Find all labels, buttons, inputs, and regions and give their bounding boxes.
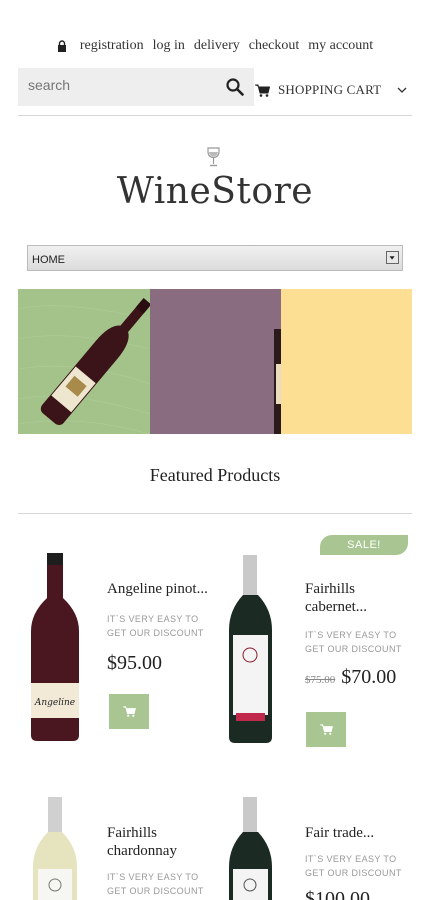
product-desc-line1: IT`S VERY EASY TO bbox=[107, 872, 199, 882]
banner-purple[interactable] bbox=[150, 289, 281, 434]
product-name-line2[interactable]: chardonnay bbox=[107, 842, 204, 860]
search-input[interactable] bbox=[28, 77, 218, 93]
product-price: $70.00 bbox=[341, 666, 397, 688]
checkout-link[interactable]: checkout bbox=[249, 38, 300, 54]
product-desc-line1: IT`S VERY EASY TO bbox=[305, 630, 397, 640]
banner-yellow[interactable] bbox=[281, 289, 412, 434]
product-desc-line1: IT`S VERY EASY TO bbox=[305, 854, 397, 864]
product-card-fair-trade: Fair trade... IT`S VERY EASY TO GET OUR … bbox=[305, 824, 402, 900]
product-desc-line2: GET OUR DISCOUNT bbox=[107, 886, 204, 896]
product-price: $100.00 bbox=[305, 888, 370, 900]
svg-text:Angeline: Angeline bbox=[34, 698, 75, 708]
featured-products-title: Featured Products bbox=[149, 465, 281, 485]
store-logo[interactable]: WineStore bbox=[0, 171, 430, 212]
chevron-down-icon bbox=[386, 251, 399, 264]
wine-bottle-image bbox=[18, 298, 150, 434]
wine-glass-icon bbox=[207, 147, 220, 167]
product-card-fairhills-chardonnay: Fairhills chardonnay IT`S VERY EASY TO G… bbox=[107, 824, 204, 898]
product-image-fairhills-cabernet[interactable] bbox=[228, 555, 273, 743]
delivery-link[interactable]: delivery bbox=[194, 38, 240, 54]
product-image-fairhills-chardonnay[interactable] bbox=[32, 797, 78, 900]
product-desc-line1: IT`S VERY EASY TO bbox=[107, 614, 199, 624]
product-card-angeline: Angeline pinot... IT`S VERY EASY TO GET … bbox=[107, 580, 208, 675]
cart-icon bbox=[122, 706, 136, 717]
cart-icon bbox=[319, 724, 333, 735]
search-box bbox=[18, 68, 254, 106]
banner-green[interactable] bbox=[18, 289, 150, 434]
product-price: $95.00 bbox=[107, 652, 162, 674]
search-icon[interactable] bbox=[226, 78, 244, 96]
product-desc-line2: GET OUR DISCOUNT bbox=[305, 868, 402, 878]
product-old-price: $75.00 bbox=[305, 674, 336, 686]
cart-icon bbox=[255, 84, 270, 97]
shopping-cart-label: SHOPPING CART bbox=[278, 82, 382, 97]
product-card-fairhills-cabernet: Fairhills cabernet... IT`S VERY EASY TO … bbox=[305, 580, 402, 689]
add-to-cart-button[interactable] bbox=[109, 694, 149, 729]
header-divider bbox=[18, 115, 412, 116]
wine-bottle-image bbox=[274, 329, 281, 434]
product-desc-line2: GET OUR DISCOUNT bbox=[305, 644, 402, 654]
add-to-cart-button[interactable] bbox=[306, 712, 346, 747]
main-menu-select[interactable]: HOME bbox=[27, 245, 403, 271]
chevron-down-icon bbox=[397, 87, 407, 93]
section-divider bbox=[18, 513, 412, 514]
top-navigation: registration log in delivery checkout my… bbox=[0, 36, 430, 56]
my-account-link[interactable]: my account bbox=[308, 38, 373, 54]
login-link[interactable]: log in bbox=[153, 38, 185, 54]
sale-badge: SALE! bbox=[320, 535, 408, 555]
product-name[interactable]: Fair trade... bbox=[305, 824, 402, 842]
menu-selected-value: HOME bbox=[32, 254, 65, 266]
lock-icon bbox=[57, 40, 66, 52]
product-name-line1[interactable]: Fairhills bbox=[305, 580, 402, 598]
registration-link[interactable]: registration bbox=[80, 38, 144, 54]
product-name-line1[interactable]: Fairhills bbox=[107, 824, 204, 842]
product-name[interactable]: Angeline pinot... bbox=[107, 580, 208, 598]
product-name-line2[interactable]: cabernet... bbox=[305, 598, 402, 616]
product-image-fair-trade[interactable] bbox=[228, 797, 273, 900]
product-image-angeline[interactable]: Angeline bbox=[30, 553, 80, 741]
shopping-cart-dropdown[interactable]: SHOPPING CART bbox=[255, 80, 407, 100]
product-desc-line2: GET OUR DISCOUNT bbox=[107, 628, 204, 638]
